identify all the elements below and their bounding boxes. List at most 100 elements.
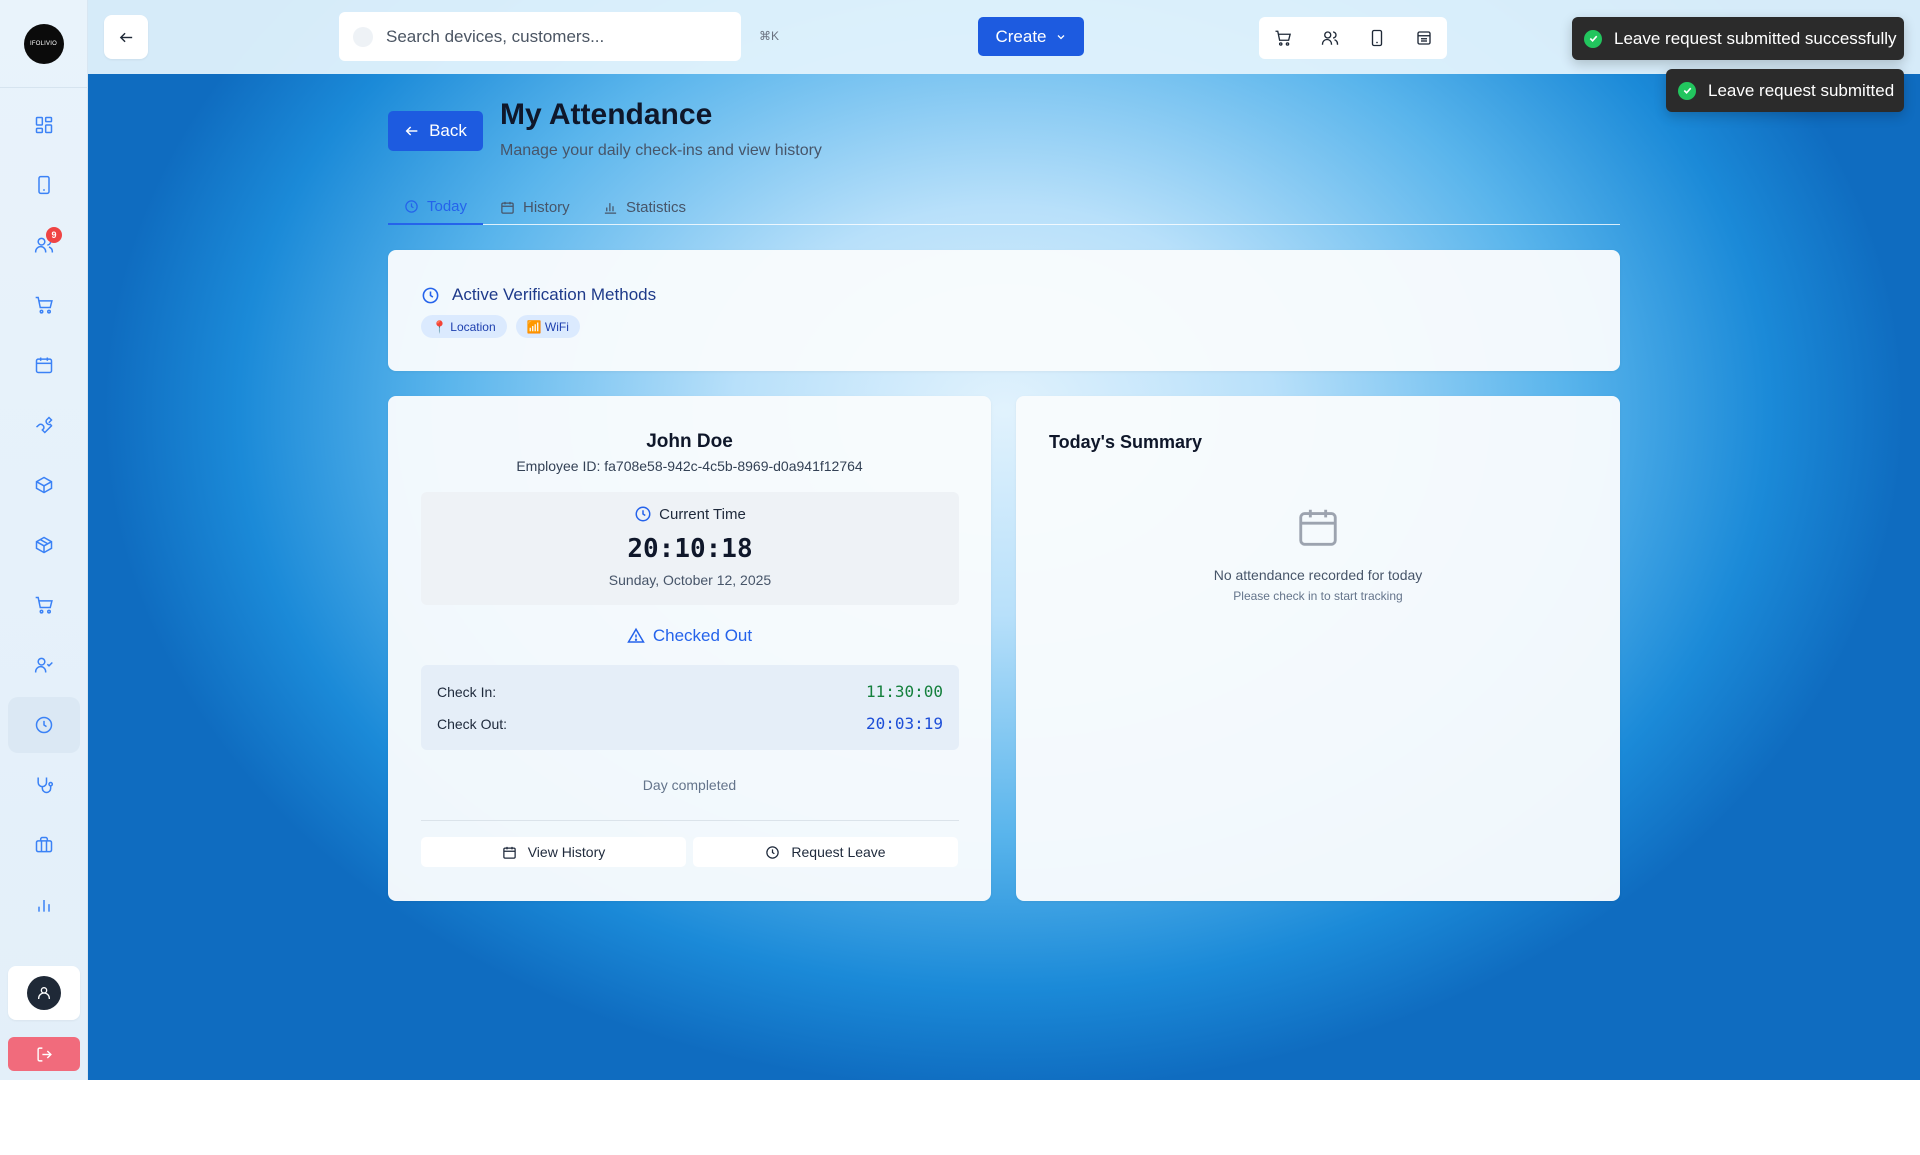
day-status: Day completed bbox=[642, 777, 737, 793]
current-time-panel: Current Time 20:10:18 Sunday, October 12… bbox=[421, 492, 959, 605]
toast-notification[interactable]: Leave request submitted bbox=[1666, 69, 1904, 112]
check-out-row: Check Out: 20:03:19 bbox=[437, 714, 943, 733]
clock-icon bbox=[635, 506, 651, 522]
check-times-panel: Check In: 11:30:00 Check Out: 20:03:19 bbox=[421, 665, 959, 750]
chevron-down-icon bbox=[1057, 34, 1064, 39]
clock-icon bbox=[405, 200, 418, 213]
verification-title-text: Active Verification Methods bbox=[452, 285, 657, 304]
clock-icon bbox=[35, 716, 53, 734]
sidebar-item-employees[interactable] bbox=[8, 637, 80, 693]
check-out-time: 20:03:19 bbox=[865, 714, 943, 733]
toast-message: Leave request submitted bbox=[1708, 80, 1895, 100]
create-button[interactable]: Create bbox=[978, 17, 1084, 56]
logo-text: IFOLIVIO bbox=[30, 40, 57, 47]
bar-chart-icon bbox=[604, 203, 617, 214]
sidebar-item-customers[interactable]: 9 bbox=[8, 217, 80, 273]
calendar-icon bbox=[35, 357, 53, 374]
empty-state-subtext: Please check in to start tracking bbox=[1233, 589, 1403, 603]
sidebar-item-orders[interactable] bbox=[8, 277, 80, 333]
sidebar-item-sales[interactable] bbox=[8, 577, 80, 633]
sidebar: IFOLIVIO 9 bbox=[0, 0, 88, 1080]
request-leave-button[interactable]: Request Leave bbox=[693, 837, 958, 867]
check-circle-icon bbox=[1584, 29, 1602, 48]
dashboard-icon bbox=[35, 116, 53, 134]
arrow-left-icon bbox=[119, 32, 132, 42]
sidebar-item-repairs[interactable] bbox=[8, 397, 80, 453]
view-history-button[interactable]: View History bbox=[421, 837, 686, 867]
search-bar[interactable] bbox=[339, 12, 741, 61]
sidebar-item-devices[interactable] bbox=[8, 157, 80, 213]
sidebar-item-products[interactable] bbox=[8, 517, 80, 573]
request-leave-label: Request Leave bbox=[791, 844, 886, 860]
arrow-left-icon bbox=[405, 126, 418, 136]
attendance-status: Checked Out bbox=[388, 626, 991, 646]
alert-triangle-icon bbox=[627, 627, 645, 643]
search-input[interactable] bbox=[386, 26, 716, 47]
tab-label: Statistics bbox=[626, 199, 687, 216]
sidebar-item-business[interactable] bbox=[8, 817, 80, 873]
verification-title: Active Verification Methods bbox=[421, 285, 656, 305]
current-time-label: Current Time bbox=[421, 505, 959, 523]
sidebar-item-attendance[interactable] bbox=[8, 697, 80, 753]
summary-title: Today's Summary bbox=[1049, 432, 1202, 452]
cash-register-icon bbox=[1416, 31, 1431, 45]
user-check-icon bbox=[34, 657, 53, 673]
tab-today[interactable]: Today bbox=[388, 190, 484, 225]
quick-cart-button[interactable] bbox=[1259, 17, 1306, 59]
sidebar-item-reports[interactable] bbox=[8, 877, 80, 933]
calendar-icon bbox=[502, 846, 516, 859]
sidebar-item-calendar[interactable] bbox=[8, 337, 80, 393]
logout-button[interactable] bbox=[8, 1037, 80, 1071]
verification-methods-card: Active Verification Methods 📍 Location 📶… bbox=[388, 250, 1620, 371]
stethoscope-icon bbox=[37, 777, 54, 794]
wifi-chip: 📶 WiFi bbox=[515, 315, 580, 338]
page-title: My Attendance bbox=[500, 98, 713, 131]
back-label: Back bbox=[429, 121, 467, 140]
check-in-time: 11:30:00 bbox=[865, 682, 943, 701]
avatar bbox=[27, 976, 61, 1010]
view-history-label: View History bbox=[527, 844, 606, 860]
check-in-label: Check In: bbox=[437, 683, 497, 700]
todays-summary-card: Today's Summary No attendance recorded f… bbox=[1016, 396, 1620, 901]
tab-label: Today bbox=[427, 198, 468, 215]
user-profile-button[interactable] bbox=[8, 966, 80, 1020]
quick-actions bbox=[1259, 17, 1447, 59]
toast-notification[interactable]: Leave request submitted successfully bbox=[1572, 17, 1904, 60]
create-label: Create bbox=[995, 26, 1047, 46]
attendance-card: John Doe Employee ID: fa708e58-942c-4c5b… bbox=[388, 396, 991, 901]
quick-register-button[interactable] bbox=[1400, 17, 1447, 59]
status-text: Checked Out bbox=[652, 626, 753, 645]
current-time-value: 20:10:18 bbox=[627, 534, 753, 564]
check-in-row: Check In: 11:30:00 bbox=[437, 682, 943, 701]
bar-chart-icon bbox=[38, 900, 50, 912]
sidebar-item-inventory[interactable] bbox=[8, 457, 80, 513]
logo-area: IFOLIVIO bbox=[0, 0, 87, 88]
location-chip: 📍 Location bbox=[421, 315, 507, 338]
briefcase-icon bbox=[35, 836, 53, 853]
sidebar-item-diagnostics[interactable] bbox=[8, 757, 80, 813]
device-icon bbox=[38, 175, 50, 195]
employee-id: Employee ID: fa708e58-942c-4c5b-8969-d0a… bbox=[516, 458, 863, 474]
package-icon bbox=[35, 476, 53, 494]
employee-name: John Doe bbox=[646, 431, 733, 452]
search-icon bbox=[353, 26, 373, 47]
device-icon bbox=[1371, 29, 1382, 47]
quick-customers-button[interactable] bbox=[1306, 17, 1353, 59]
cart-alt-icon bbox=[35, 596, 53, 614]
calendar-icon bbox=[501, 201, 514, 214]
app-logo[interactable]: IFOLIVIO bbox=[23, 23, 64, 64]
cart-icon bbox=[35, 296, 53, 314]
tab-statistics[interactable]: Statistics bbox=[603, 190, 686, 225]
clock-icon bbox=[766, 845, 780, 859]
users-icon bbox=[1321, 31, 1338, 45]
notification-badge: 9 bbox=[46, 227, 62, 243]
quick-device-button[interactable] bbox=[1353, 17, 1400, 59]
toast-message: Leave request submitted successfully bbox=[1614, 28, 1897, 48]
tab-history[interactable]: History bbox=[500, 190, 570, 225]
current-date: Sunday, October 12, 2025 bbox=[608, 572, 772, 588]
nav-back-button[interactable] bbox=[104, 15, 148, 59]
sidebar-item-dashboard[interactable] bbox=[8, 97, 80, 153]
back-button[interactable]: Back bbox=[388, 111, 483, 151]
divider bbox=[421, 820, 959, 821]
verification-chips: 📍 Location 📶 WiFi bbox=[421, 315, 580, 338]
